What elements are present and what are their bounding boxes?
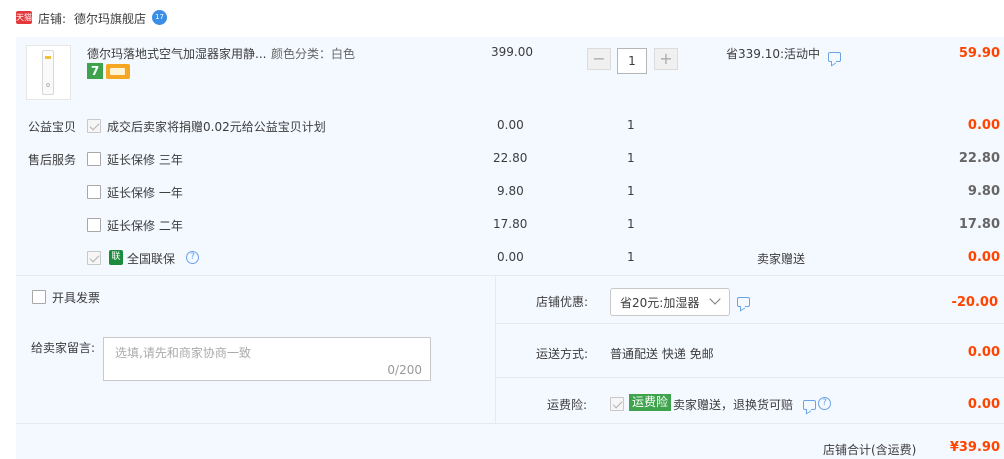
shipping-amount: 0.00	[967, 345, 1000, 360]
service-quantity: 1	[627, 217, 635, 231]
service-total: 17.80	[958, 217, 1000, 232]
charity-total: 0.00	[967, 118, 1000, 133]
warranty-text: 全国联保	[127, 252, 176, 266]
message-textarea[interactable]: 选填,请先和商家协商一致 0/200	[103, 337, 431, 381]
warranty-checkbox	[87, 251, 101, 265]
service-total: 9.80	[967, 184, 1000, 199]
product-price: 399.00	[491, 45, 533, 59]
charity-quantity: 1	[627, 118, 635, 132]
warranty-gift-note: 卖家赠送	[757, 252, 806, 266]
shop-total-value: ¥39.90	[949, 440, 1000, 455]
service-checkbox-3yr[interactable]	[87, 152, 101, 166]
discount-info-icon[interactable]	[828, 52, 841, 62]
service-checkbox-2yr[interactable]	[87, 218, 101, 232]
product-subtotal: 59.90	[958, 46, 1000, 61]
invoice-label: 开具发票	[52, 291, 101, 305]
charity-price: 0.00	[497, 118, 524, 132]
discount-label: 省339.10:活动中	[726, 47, 821, 61]
help-question-icon[interactable]: ?	[818, 397, 831, 410]
product-title-link[interactable]: 德尔玛落地式空气加湿器家用静...	[87, 45, 266, 62]
product-sku: 颜色分类：白色	[271, 47, 356, 61]
service-text: 延长保修 一年	[107, 186, 183, 200]
warranty-total: 0.00	[967, 250, 1000, 265]
product-image[interactable]	[26, 45, 71, 100]
invoice-checkbox[interactable]	[32, 290, 46, 304]
shipping-value: 普通配送 快递 免邮	[610, 347, 714, 361]
shop-total-label: 店铺合计(含运费)	[823, 443, 917, 457]
shop-total-bar: 店铺合计(含运费) ¥39.90	[16, 424, 1004, 459]
insurance-info-icon[interactable]	[803, 400, 816, 410]
chevron-down-icon	[709, 293, 721, 305]
insurance-amount: 0.00	[967, 397, 1000, 412]
service-price: 22.80	[493, 151, 528, 165]
quantity-minus-button[interactable]: −	[587, 48, 611, 70]
charity-label: 公益宝贝	[28, 120, 77, 134]
service-quantity: 1	[627, 151, 635, 165]
discount-info-icon[interactable]	[737, 297, 750, 307]
shop-label: 店铺:	[38, 12, 67, 26]
service-price: 17.80	[493, 217, 528, 231]
shop-discount-amount: -20.00	[951, 295, 998, 310]
shop-discount-value: 省20元:加湿器	[620, 296, 700, 310]
message-label: 给卖家留言:	[31, 341, 96, 355]
product-panel: 德尔玛落地式空气加湿器家用静... 颜色分类：白色 7 399.00 − 1 +…	[16, 37, 1004, 275]
quantity-plus-button[interactable]: +	[654, 48, 678, 70]
insurance-label: 运费险:	[547, 398, 588, 412]
shop-discount-select[interactable]: 省20元:加湿器	[610, 288, 730, 316]
shop-name-link[interactable]: 德尔玛旗舰店	[74, 10, 146, 27]
credit-card-icon	[106, 64, 130, 79]
warranty-price: 0.00	[497, 250, 524, 264]
shop-discount-label: 店铺优惠:	[536, 295, 589, 309]
message-counter: 0/200	[387, 363, 422, 377]
insurance-checkbox	[610, 397, 624, 411]
service-checkbox-1yr[interactable]	[87, 185, 101, 199]
tmall-badge-icon: 天猫	[16, 11, 32, 24]
help-question-icon[interactable]: ?	[186, 251, 199, 264]
seven-day-return-icon: 7	[87, 63, 103, 79]
humidifier-image-icon	[42, 50, 54, 95]
quantity-input[interactable]: 1	[617, 48, 647, 74]
after-sale-service-label: 售后服务	[28, 153, 77, 167]
charity-checkbox	[87, 119, 101, 133]
insurance-tag: 运费险	[629, 394, 672, 411]
shop-header: 天猫 店铺: 德尔玛旗舰店 17	[16, 8, 416, 30]
quantity-stepper: − 1 +	[585, 44, 681, 74]
warranty-quantity: 1	[627, 250, 635, 264]
service-text: 延长保修 三年	[107, 153, 183, 167]
wangwang-chat-icon[interactable]: 17	[152, 10, 167, 25]
order-options-panel: 开具发票 给卖家留言: 选填,请先和商家协商一致 0/200 店铺优惠: 省20…	[16, 275, 1004, 424]
charity-text: 成交后卖家将捐赠0.02元给公益宝贝计划	[107, 120, 326, 134]
message-placeholder: 选填,请先和商家协商一致	[115, 346, 251, 360]
service-price: 9.80	[497, 184, 524, 198]
service-quantity: 1	[627, 184, 635, 198]
service-text: 延长保修 二年	[107, 219, 183, 233]
service-total: 22.80	[958, 151, 1000, 166]
insurance-text: 卖家赠送，退换货可赔	[673, 398, 794, 412]
shipping-label: 运送方式:	[536, 347, 589, 361]
national-warranty-icon: 联	[109, 250, 123, 265]
